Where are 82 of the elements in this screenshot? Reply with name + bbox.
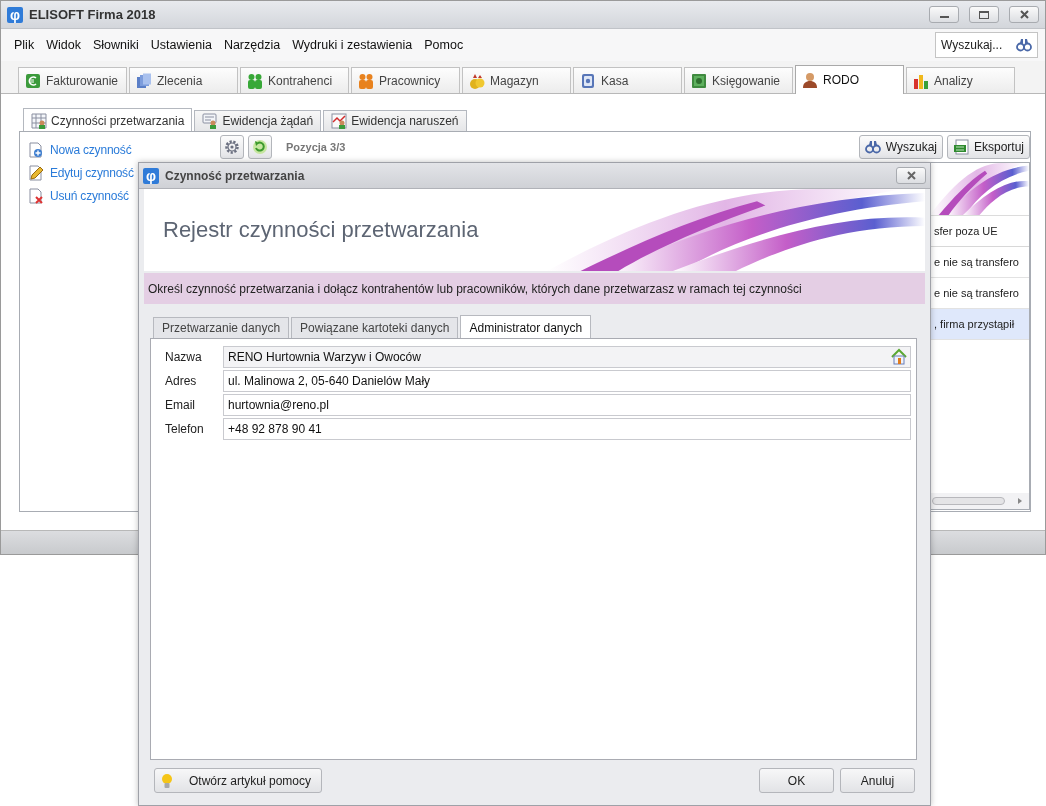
- maximize-icon: [979, 10, 989, 19]
- menu-item[interactable]: Ustawienia: [144, 38, 218, 52]
- table-cell-text: e nie są transfero: [933, 256, 1020, 268]
- document-cross-icon: [28, 188, 44, 204]
- spreadsheet-icon: [952, 139, 969, 155]
- close-button[interactable]: [896, 167, 926, 184]
- window-title: ELISOFT Firma 2018: [29, 7, 156, 22]
- help-button[interactable]: Otwórz artykuł pomocy: [154, 768, 323, 793]
- table-cell-text: , firma przystąpił: [933, 318, 1016, 330]
- field-label: Email: [165, 397, 196, 412]
- table-icon: [31, 112, 47, 129]
- record-position: Pozycja 3/3: [286, 141, 346, 153]
- people-icon: [358, 72, 374, 89]
- person-icon: [802, 72, 818, 88]
- minimize-button[interactable]: [929, 6, 959, 23]
- maximize-button[interactable]: [969, 6, 999, 23]
- search-button[interactable]: Wyszukaj: [858, 135, 943, 159]
- sack-icon: [469, 72, 485, 89]
- action-link[interactable]: Nowa czynność: [28, 141, 132, 159]
- binoculars-icon: [864, 139, 881, 155]
- cancel-button[interactable]: Anuluj: [840, 768, 915, 793]
- menu-item[interactable]: Wydruki i zestawienia: [286, 38, 419, 52]
- table-cell-text: e nie są transfero: [933, 287, 1020, 299]
- app-logo: φ: [143, 167, 159, 184]
- module-tab[interactable]: Kontrahenci: [240, 67, 349, 93]
- module-tab[interactable]: Kasa: [573, 67, 682, 93]
- column-header[interactable]: sfer poza UE: [932, 225, 1029, 237]
- search-placeholder: Wyszukaj...: [941, 38, 1003, 52]
- light-bulb-icon: [161, 772, 173, 789]
- dialog-heading: Rejestr czynności przetwarzania: [163, 217, 479, 243]
- tab[interactable]: Administrator danych: [460, 315, 592, 339]
- tab[interactable]: Czynności przetwarzania: [23, 108, 193, 132]
- export-button[interactable]: Eksportuj: [946, 135, 1030, 159]
- close-button[interactable]: [1009, 6, 1039, 23]
- input-field[interactable]: RENO Hurtownia Warzyw i Owoców: [223, 345, 911, 368]
- module-tab[interactable]: Zlecenia: [129, 67, 238, 93]
- field-label: Nazwa: [165, 349, 203, 364]
- instruction-text: Określ czynność przetwarzania i dołącz kontrahentów lub pracowników, których dane przetwarzasz w ramach tej czynności: [144, 273, 925, 304]
- close-icon: [906, 171, 916, 180]
- document-plus-icon: [28, 142, 44, 158]
- safe-icon: [580, 72, 596, 89]
- menu-item[interactable]: Widok: [40, 38, 87, 52]
- bar-chart-icon: [913, 72, 929, 89]
- input-field[interactable]: hurtownia@reno.pl: [223, 393, 911, 416]
- module-tab[interactable]: Pracownicy: [351, 67, 460, 93]
- menu-item[interactable]: Pomoc: [418, 38, 470, 52]
- dialog-title: Czynność przetwarzania: [165, 168, 305, 183]
- card-icon: [202, 113, 219, 129]
- document-stack-icon: [136, 72, 152, 89]
- module-tab[interactable]: Magazyn: [462, 67, 571, 93]
- ok-button[interactable]: OK: [759, 768, 834, 793]
- settings-icon: [224, 139, 240, 155]
- search-field[interactable]: Wyszukaj...: [935, 32, 1038, 58]
- people-icon: [247, 72, 263, 89]
- tab[interactable]: Ewidencja naruszeń: [323, 110, 467, 131]
- close-icon: [1019, 10, 1029, 19]
- module-tab[interactable]: Analizy: [906, 67, 1015, 93]
- menu-item[interactable]: Plik: [8, 38, 41, 52]
- module-tab[interactable]: Fakturowanie: [18, 67, 127, 93]
- refresh-icon: [252, 139, 268, 155]
- action-link[interactable]: Edytuj czynność: [28, 164, 134, 182]
- banknote-icon: [691, 72, 707, 89]
- line-chart-icon: [331, 113, 348, 129]
- tab[interactable]: Ewidencja żądań: [194, 110, 322, 131]
- app-logo: φ: [7, 6, 23, 23]
- input-field[interactable]: ul. Malinowa 2, 05-640 Danielów Mały: [223, 369, 911, 392]
- action-link[interactable]: Usuń czynność: [28, 187, 129, 205]
- money-icon: [25, 72, 41, 89]
- settings-button[interactable]: [220, 135, 244, 159]
- tab[interactable]: Powiązane kartoteki danych: [291, 317, 459, 338]
- house-icon[interactable]: [890, 348, 908, 365]
- menu-item[interactable]: Słowniki: [86, 38, 145, 52]
- module-tab[interactable]: Księgowanie: [684, 67, 793, 93]
- module-tab[interactable]: RODO: [795, 65, 904, 94]
- refresh-button[interactable]: [248, 135, 272, 159]
- menu-item[interactable]: Narzędzia: [217, 38, 287, 52]
- pencil-icon: [28, 165, 44, 181]
- field-label: Telefon: [165, 421, 205, 436]
- field-label: Adres: [165, 373, 198, 388]
- tab[interactable]: Przetwarzanie danych: [153, 317, 290, 338]
- binoculars-icon: [1016, 37, 1032, 53]
- input-field[interactable]: +48 92 878 90 41: [223, 417, 911, 440]
